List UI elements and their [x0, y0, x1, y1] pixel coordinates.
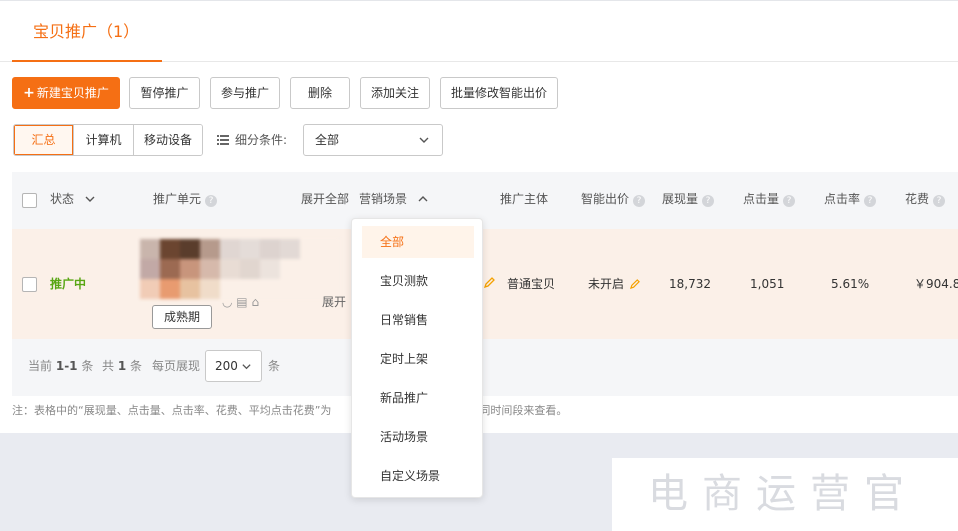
pagination-current: 当前 1-1 条 — [28, 339, 93, 394]
header-smart-bid-label: 智能出价 — [581, 192, 630, 206]
row-subject: 普通宝贝 — [507, 277, 556, 291]
tab-item-promotion[interactable]: 宝贝推广（1） — [12, 1, 162, 62]
row-impressions: 18,732 — [669, 277, 711, 291]
row-clicks: 1,051 — [750, 277, 785, 291]
per-page-value: 200 — [215, 359, 238, 373]
blurred-product-image — [140, 239, 340, 301]
scene-option-all[interactable]: 全部 — [362, 226, 474, 258]
row-action-icons[interactable]: ◡ ▤ ⌂ — [222, 295, 259, 309]
pagination-total-prefix: 共 — [102, 359, 115, 373]
join-button[interactable]: 参与推广 — [210, 77, 280, 109]
header-expand-all[interactable]: 展开全部 — [301, 172, 349, 229]
header-smart-bid: 智能出价? — [581, 172, 646, 229]
scene-option-event[interactable]: 活动场景 — [362, 421, 474, 453]
row-smart-bid-value: 未开启 — [588, 277, 625, 291]
header-scene-label: 营销场景 — [359, 192, 408, 206]
help-icon[interactable]: ? — [205, 195, 218, 207]
per-page-label: 每页展现 — [152, 359, 201, 373]
row-expand[interactable]: 展开 — [322, 296, 346, 310]
pagination-bar: 当前 1-1 条 共 1 条 每页展现 200 条 — [12, 339, 958, 396]
header-ctr: 点击率? — [824, 172, 877, 229]
table-note-text: 注：表格中的“展现量、点击量、点击率、花费、平均点击花费”为 — [12, 404, 332, 417]
pause-button[interactable]: 暂停推广 — [129, 77, 200, 109]
new-promotion-button[interactable]: + 新建宝贝推广 — [12, 77, 120, 109]
header-cost: 花费? — [905, 172, 946, 229]
filter-label-text: 细分条件: — [235, 133, 288, 147]
list-icon — [217, 135, 229, 145]
tab-mobile[interactable]: 移动设备 — [133, 125, 202, 155]
add-follow-button[interactable]: 添加关注 — [360, 77, 430, 109]
watermark: 电商运营官 — [612, 458, 958, 531]
header-status[interactable]: 状态 — [50, 172, 96, 229]
select-all-checkbox[interactable] — [22, 193, 37, 208]
pencil-icon[interactable] — [629, 279, 640, 289]
chevron-down-icon — [242, 364, 251, 370]
help-icon[interactable]: ? — [702, 195, 715, 207]
help-icon[interactable]: ? — [783, 195, 796, 207]
row-ctr: 5.61% — [831, 277, 870, 291]
pagination-total: 共 1 条 — [102, 339, 142, 394]
delete-button[interactable]: 删除 — [290, 77, 350, 109]
new-promotion-label: 新建宝贝推广 — [36, 86, 109, 100]
header-unit-label: 推广单元 — [153, 192, 202, 206]
header-impressions-label: 展现量 — [662, 192, 699, 206]
pagination-total-suffix: 条 — [130, 359, 143, 373]
header-unit: 推广单元? — [153, 172, 218, 229]
header-status-label: 状态 — [50, 192, 75, 206]
row-cost: ￥904.89 — [914, 277, 958, 291]
pagination-total-count: 1 — [117, 359, 127, 373]
header-ctr-label: 点击率 — [824, 192, 861, 206]
scene-option-test[interactable]: 宝贝测款 — [362, 265, 474, 297]
help-icon[interactable]: ? — [864, 195, 877, 207]
scene-option-custom[interactable]: 自定义场景 — [362, 460, 474, 492]
help-icon[interactable]: ? — [933, 195, 946, 207]
row-status: 推广中 — [50, 277, 87, 291]
scene-dropdown: 全部 宝贝测款 日常销售 定时上架 新品推广 活动场景 自定义场景 — [351, 218, 483, 498]
plus-icon: + — [23, 85, 35, 101]
header-subject: 推广主体 — [500, 192, 549, 206]
chevron-down-icon — [419, 137, 429, 143]
tab-summary[interactable]: 汇总 — [14, 125, 73, 155]
row-smart-bid: 未开启 — [588, 229, 640, 339]
table-row: 推广中 ◡ ▤ ⌂ 成熟期 展开 普通宝贝 未开启 18,732 1,051 5… — [12, 229, 958, 339]
tab-computer[interactable]: 计算机 — [73, 125, 133, 155]
header-clicks: 点击量? — [743, 172, 796, 229]
pencil-icon[interactable] — [484, 277, 495, 288]
header-clicks-label: 点击量 — [743, 192, 780, 206]
scene-option-daily[interactable]: 日常销售 — [362, 304, 474, 336]
table-header: 状态 推广单元? 展开全部 营销场景 推广主体 智能出价? 展现量? 点击量? … — [12, 172, 958, 229]
batch-smart-bid-button[interactable]: 批量修改智能出价 — [440, 77, 558, 109]
per-page-suffix: 条 — [268, 359, 281, 373]
device-segment: 汇总 计算机 移动设备 — [13, 124, 203, 156]
stage-tag: 成熟期 — [152, 305, 212, 329]
scene-option-scheduled[interactable]: 定时上架 — [362, 343, 474, 375]
chevron-up-icon — [418, 196, 428, 202]
table-note: 注：表格中的“展现量、点击量、点击率、花费、平均点击花费”为 选择不同时间段来查看… — [12, 402, 567, 418]
scene-option-new[interactable]: 新品推广 — [362, 382, 474, 414]
filter-select[interactable]: 全部 — [303, 124, 443, 156]
pagination-current-suffix: 条 — [81, 359, 94, 373]
filter-label: 细分条件: — [217, 124, 287, 156]
header-cost-label: 花费 — [905, 192, 930, 206]
pagination-current-prefix: 当前 — [28, 359, 53, 373]
pagination-current-range: 1-1 — [55, 359, 78, 373]
help-icon[interactable]: ? — [633, 195, 646, 207]
chevron-down-icon — [85, 196, 95, 202]
row-checkbox[interactable] — [22, 277, 37, 292]
filter-select-value: 全部 — [315, 133, 340, 147]
tab-bar: 宝贝推广（1） — [0, 1, 958, 62]
per-page-select[interactable]: 200 — [205, 350, 262, 382]
header-impressions: 展现量? — [662, 172, 715, 229]
